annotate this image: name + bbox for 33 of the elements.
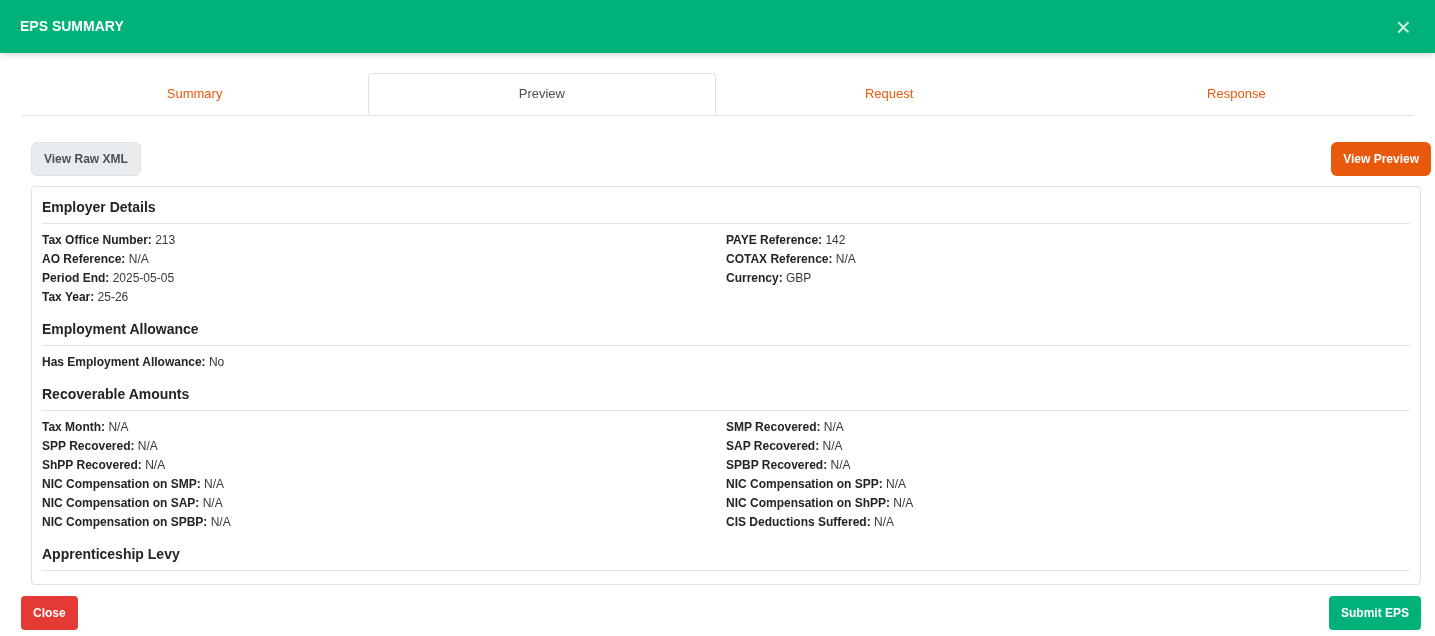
field-text: NIC Compensation on SPBP: N/A	[42, 514, 232, 531]
field-text: Tax Month: N/A	[42, 419, 130, 436]
view-raw-xml-button[interactable]: View Raw XML	[31, 142, 141, 176]
field-text: Currency: GBP	[726, 270, 813, 287]
section-heading: Recoverable Amounts	[42, 384, 1410, 411]
field-text: NIC Compensation on SMP: N/A	[42, 476, 225, 493]
field-text: SPP Recovered: N/A	[42, 438, 159, 455]
field-text: SMP Recovered: N/A	[726, 419, 845, 436]
tab[interactable]: Summary	[21, 73, 369, 115]
submit-eps-button[interactable]: Submit EPS	[1329, 596, 1421, 630]
field-text: NIC Compensation on ShPP: N/A	[726, 495, 915, 512]
dialog-title: EPS SUMMARY	[20, 17, 124, 36]
section-heading: Employer Details	[42, 197, 1410, 224]
field-text: AO Reference: N/A	[42, 251, 150, 268]
tab[interactable]: Preview	[368, 73, 716, 115]
field-text: PAYE Reference: 142	[726, 232, 847, 249]
field-text: SPBP Recovered: N/A	[726, 457, 852, 474]
field-text: NIC Compensation on SPP: N/A	[726, 476, 908, 493]
field-text: ShPP Recovered: N/A	[42, 457, 167, 474]
tab[interactable]: Request	[715, 73, 1063, 115]
field-text: CIS Deductions Suffered: N/A	[726, 514, 896, 531]
section-heading: Apprenticeship Levy	[42, 544, 1410, 571]
field-text: Tax Year: 25-26	[42, 289, 130, 306]
view-preview-button[interactable]: View Preview	[1331, 142, 1431, 176]
field-text: NIC Compensation on SAP: N/A	[42, 495, 224, 512]
tab[interactable]: Response	[1062, 73, 1410, 115]
field-text: Has Employment Allowance: No	[42, 354, 226, 371]
close-button[interactable]: Close	[21, 596, 78, 630]
field-text: COTAX Reference: N/A	[726, 251, 857, 268]
field-text: Tax Office Number: 213	[42, 232, 177, 249]
section-heading: Employment Allowance	[42, 319, 1410, 346]
field-text: Period End: 2025-05-05	[42, 270, 176, 287]
field-text: SAP Recovered: N/A	[726, 438, 844, 455]
